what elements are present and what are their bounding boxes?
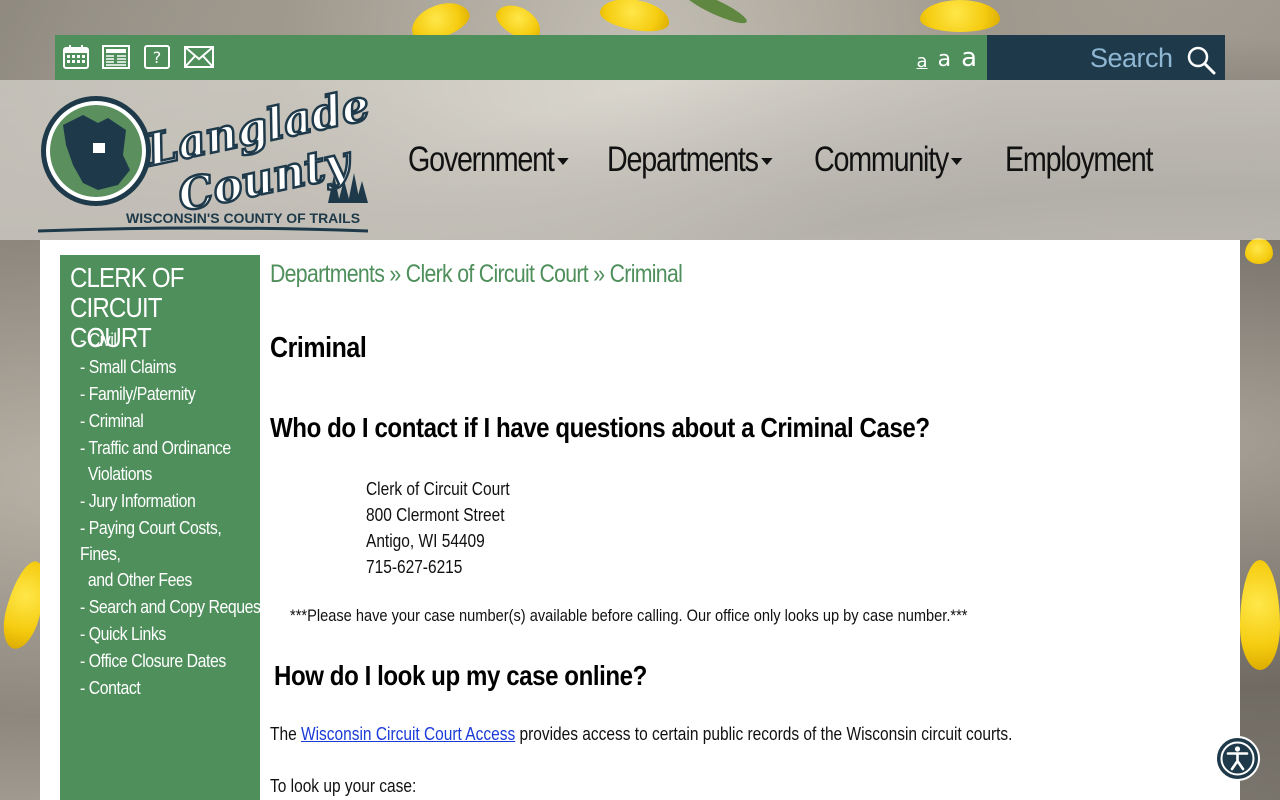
sidebar: CLERK OF CIRCUIT COURT - Civil - Small C…: [60, 255, 272, 800]
breadcrumb-separator: »: [593, 260, 605, 288]
font-size-medium[interactable]: a: [938, 49, 951, 75]
lookup-heading: How do I look up my case online?: [274, 660, 647, 691]
nav-employment[interactable]: Employment: [1005, 140, 1153, 180]
access-paragraph: The Wisconsin Circuit Court Access provi…: [270, 724, 1012, 745]
wcca-link[interactable]: Wisconsin Circuit Court Access: [301, 724, 515, 744]
sidebar-item-paying-cont: and Other Fees: [87, 570, 192, 590]
news-icon[interactable]: [102, 44, 130, 70]
background-flower: [920, 0, 1000, 32]
sidebar-item-jury[interactable]: - Jury Information: [80, 488, 238, 514]
access-suffix: provides access to certain public record…: [515, 724, 1013, 744]
caret-down-icon: [556, 158, 569, 166]
address-line3: Antigo, WI 54409: [366, 531, 485, 551]
calendar-icon[interactable]: [62, 44, 90, 70]
main-navigation: Government Departments Community Employm…: [0, 140, 1280, 184]
svg-text:?: ?: [153, 48, 162, 67]
sidebar-item-traffic-label: - Traffic and Ordinance: [80, 438, 231, 458]
background-flower: [1240, 560, 1280, 670]
contact-address: Clerk of Circuit Court 800 Clermont Stre…: [366, 476, 510, 580]
address-phone: 715-627-6215: [366, 557, 463, 577]
breadcrumb-separator: »: [389, 260, 401, 288]
search-icon[interactable]: [1186, 45, 1216, 75]
sidebar-item-family-paternity[interactable]: - Family/Paternity: [80, 381, 238, 407]
breadcrumb-departments[interactable]: Departments: [270, 260, 385, 288]
sidebar-item-contact[interactable]: - Contact: [80, 675, 238, 701]
font-size-controls: a a a: [917, 41, 977, 75]
background-flower: [1245, 238, 1273, 264]
address-line2: 800 Clermont Street: [366, 505, 505, 525]
sidebar-item-office-closure[interactable]: - Office Closure Dates: [80, 648, 238, 674]
search-box[interactable]: Search: [987, 35, 1225, 80]
breadcrumb-clerk[interactable]: Clerk of Circuit Court: [406, 260, 589, 288]
address-line1: Clerk of Circuit Court: [366, 479, 510, 499]
background-flower: [597, 0, 673, 36]
sidebar-item-quick-links[interactable]: - Quick Links: [80, 621, 238, 647]
sidebar-item-small-claims[interactable]: - Small Claims: [80, 354, 238, 380]
accessibility-button[interactable]: [1215, 736, 1260, 781]
access-prefix: The: [270, 724, 301, 744]
background-leaf: [680, 0, 750, 29]
search-label[interactable]: Search: [1090, 43, 1173, 74]
case-number-note: ***Please have your case number(s) avail…: [290, 606, 968, 625]
caret-down-icon: [761, 158, 773, 166]
mail-icon[interactable]: [184, 44, 214, 70]
sidebar-item-paying-court-costs[interactable]: - Paying Court Costs, Fines, and Other F…: [80, 515, 256, 593]
lookup-instructions: To look up your case:: [270, 776, 417, 796]
nav-employment-label: Employment: [1005, 140, 1153, 179]
nav-community-label: Community: [814, 140, 949, 179]
logo-tagline: WISCONSIN'S COUNTY OF TRAILS: [126, 210, 360, 226]
sidebar-list: - Civil - Small Claims - Family/Paternit…: [80, 327, 272, 702]
nav-government-label: Government: [408, 140, 555, 179]
nav-departments[interactable]: Departments: [607, 140, 773, 180]
breadcrumb-criminal[interactable]: Criminal: [610, 260, 683, 288]
help-icon[interactable]: ?: [143, 44, 171, 70]
caret-down-icon: [951, 158, 963, 166]
page-title: Criminal: [270, 332, 367, 364]
sidebar-item-traffic-cont: Violations: [87, 464, 152, 484]
sidebar-item-civil[interactable]: - Civil: [80, 327, 238, 353]
font-size-large[interactable]: a: [961, 45, 977, 75]
sidebar-item-paying-label: - Paying Court Costs, Fines,: [80, 518, 222, 564]
breadcrumb: Departments » Clerk of Circuit Court » C…: [270, 260, 683, 289]
sidebar-item-search-copy[interactable]: - Search and Copy Requests: [80, 594, 272, 620]
font-size-small[interactable]: a: [917, 53, 928, 75]
sidebar-item-traffic[interactable]: - Traffic and Ordinance Violations: [80, 435, 256, 487]
sidebar-item-criminal[interactable]: - Criminal: [80, 408, 238, 434]
contact-heading: Who do I contact if I have questions abo…: [270, 412, 930, 443]
nav-government[interactable]: Government: [408, 140, 569, 180]
utility-bar: ? a a a: [55, 35, 987, 80]
nav-community[interactable]: Community: [814, 140, 963, 180]
accessibility-icon: [1220, 741, 1255, 776]
nav-departments-label: Departments: [607, 140, 759, 179]
